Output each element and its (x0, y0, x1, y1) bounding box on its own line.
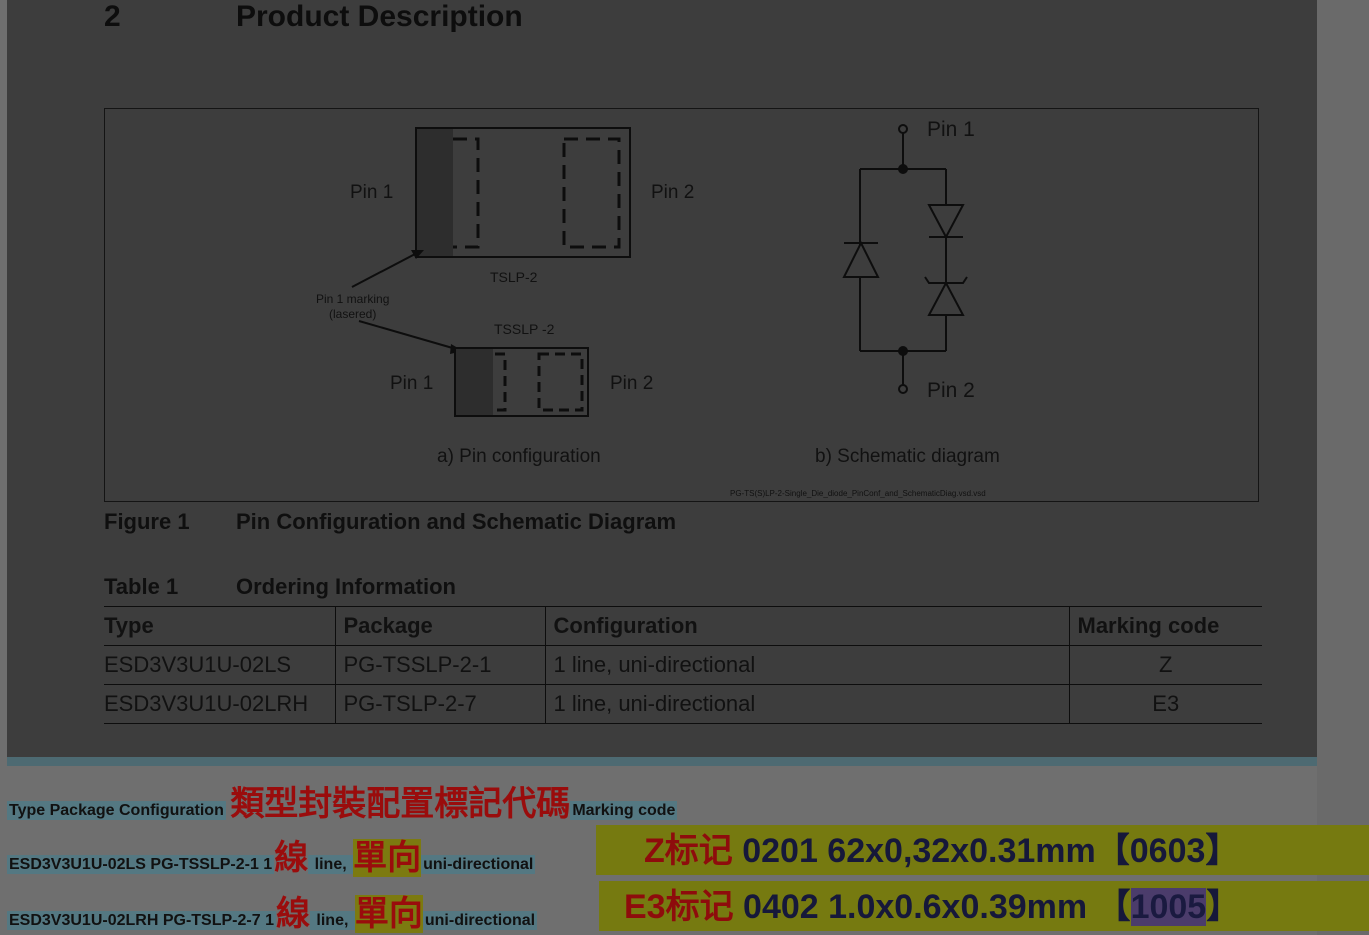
cell-configuration: 1 line, uni-directional (544, 684, 1069, 724)
annotation-row1-cn-uni: 單向 (353, 839, 422, 877)
schematic-pin1-label: Pin 1 (927, 118, 975, 141)
schematic-pin2-label: Pin 2 (927, 379, 975, 402)
header-package: Package (334, 606, 545, 646)
schematic-left-diode (842, 240, 880, 278)
tslp-package-label: TSLP-2 (490, 269, 538, 285)
annotation-row1-band: Z标记 0201 62x0,32x0.31mm【0603】 (596, 825, 1369, 875)
caption-pin-configuration: a) Pin configuration (437, 446, 601, 467)
annotation-header-cn: 類型封裝配置標記代碼 (230, 785, 571, 823)
tslp-pad-left (453, 137, 480, 249)
tsslp-pad-left (495, 352, 507, 412)
cell-marking-code: Z (1068, 645, 1262, 685)
cell-package: PG-TSLP-2-7 (334, 684, 545, 724)
annotation-row1-en-uni: uni-directional (421, 855, 536, 874)
annotation-row2-en-uni: uni-directional (422, 911, 538, 930)
figure-title: Pin Configuration and Schematic Diagram (236, 509, 677, 534)
table-header-row: Type Package Configuration Marking code (104, 606, 1262, 646)
annotation-row1-size: 0201 62x0,32x0.31mm【0603】 (732, 832, 1240, 870)
figure-label: Figure 1 (104, 509, 190, 534)
table-row: ESD3V3U1U-02LRH PG-TSLP-2-7 1 line, uni-… (104, 684, 1262, 724)
tsslp-package-label: TSSLP -2 (494, 321, 555, 337)
annotation-row2-en-line: line, (309, 911, 355, 930)
annotation-row2-size: 0402 1.0x0.6x0.39mm 【 (733, 888, 1131, 926)
header-type: Type (104, 606, 335, 646)
table-row: ESD3V3U1U-02LS PG-TSSLP-2-1 1 line, uni-… (104, 645, 1262, 685)
figure-frame: Pin 1 Pin 2 TSLP-2 Pin 1 marking (lasere… (104, 108, 1259, 502)
header-configuration: Configuration (544, 606, 1069, 646)
tsslp-pin1-label: Pin 1 (390, 373, 433, 394)
annotation-header-marking: Marking code (570, 801, 678, 820)
tsslp-pin2-label: Pin 2 (610, 373, 653, 394)
annotation-header-row: Type Package Configuration 類型封裝配置標記代碼 Mar… (7, 776, 678, 825)
schematic-pin2-terminal (898, 384, 908, 394)
marking-arrow-2 (358, 320, 457, 350)
annotation-header-en: Type Package Configuration (7, 801, 226, 820)
annotation-row2-cn-line: 線 (275, 895, 310, 933)
marking-arrow-1 (351, 252, 418, 288)
header-marking-code: Marking code (1068, 606, 1262, 646)
figure-drawing: Pin 1 Pin 2 TSLP-2 Pin 1 marking (lasere… (316, 118, 1000, 498)
cell-type: ESD3V3U1U-02LS (104, 645, 335, 685)
annotation-row-1: ESD3V3U1U-02LS PG-TSSLP-2-1 1線 line, 單向 u… (7, 830, 536, 879)
tslp-pad-right (562, 137, 621, 249)
annotation-row2-cn-uni: 單向 (354, 895, 423, 933)
annotation-row2-code: E3标记 (624, 888, 734, 926)
annotation-row1-code: Z标记 (644, 832, 733, 870)
tslp-pin1-label: Pin 1 (350, 182, 393, 203)
cell-package: PG-TSSLP-2-1 (334, 645, 545, 685)
schematic-right-diode-lower (927, 280, 965, 316)
tsslp-pin1-marking (456, 349, 493, 415)
schematic-right-diode-upper (927, 204, 965, 240)
table-label: Table 1 (104, 574, 179, 599)
page-right-margin (1317, 0, 1369, 935)
figure-filename: PG-TS(S)LP-2-Single_Die_diode_PinConf_an… (730, 489, 986, 498)
page-bottom-strip (7, 757, 1317, 766)
schematic-pin1-terminal (898, 124, 908, 134)
annotation-row2-band: E3标记 0402 1.0x0.6x0.39mm 【1005】 (599, 881, 1369, 931)
annotation-row-2: ESD3V3U1U-02LRH PG-TSLP-2-7 1線 line, 單向 u… (7, 886, 538, 935)
cell-configuration: 1 line, uni-directional (544, 645, 1069, 685)
annotation-row2-close: 】 (1206, 888, 1241, 926)
cell-marking-code: E3 (1068, 684, 1262, 724)
tsslp-pad-right (537, 352, 584, 412)
annotation-row1-en-line: line, (308, 855, 354, 874)
section-title: Product Description (236, 0, 523, 33)
annotation-row2-type: ESD3V3U1U-02LRH PG-TSLP-2-7 1 (7, 911, 276, 930)
annotation-row1-cn-line: 線 (274, 839, 309, 877)
annotation-row1-type: ESD3V3U1U-02LS PG-TSSLP-2-1 1 (7, 855, 275, 874)
cell-type: ESD3V3U1U-02LRH (104, 684, 335, 724)
schematic-node-bottom (898, 346, 908, 356)
marking-label-line1: Pin 1 marking (316, 292, 389, 306)
caption-schematic-diagram: b) Schematic diagram (815, 446, 1000, 467)
ordering-information-table: Type Package Configuration Marking code … (104, 606, 1262, 724)
schematic-node-top (898, 164, 908, 174)
section-number: 2 (104, 0, 121, 33)
marking-label-line2: (lasered) (329, 307, 376, 321)
tslp-pin2-label: Pin 2 (651, 182, 694, 203)
tslp-pin1-marking (417, 129, 453, 256)
annotation-row2-package: 1005 (1130, 888, 1207, 926)
table-title: Ordering Information (236, 574, 456, 599)
